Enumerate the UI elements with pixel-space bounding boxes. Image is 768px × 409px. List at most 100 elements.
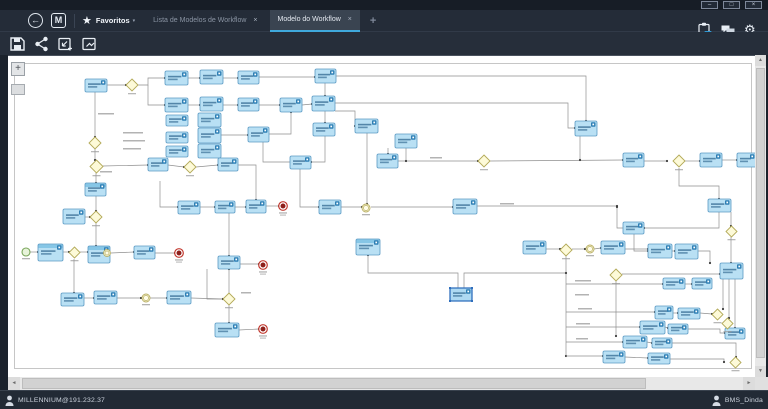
scroll-down-icon[interactable]: ▼ xyxy=(755,366,766,377)
horizontal-scroll-thumb[interactable] xyxy=(22,378,646,389)
gateway-node[interactable] xyxy=(478,155,490,167)
task-type-icon-dot xyxy=(620,244,622,246)
add-tab-button[interactable]: + xyxy=(370,15,376,27)
tab-modelo-do-workflow[interactable]: Modelo do Workflow × xyxy=(270,10,360,32)
task-label xyxy=(728,334,736,336)
favorites-label: Favoritos xyxy=(96,16,130,25)
zoom-slider-handle[interactable] xyxy=(11,84,25,95)
gateway-node[interactable] xyxy=(126,79,138,91)
task-label xyxy=(203,75,216,77)
gateway-node[interactable] xyxy=(90,211,102,223)
share-icon[interactable] xyxy=(33,36,50,52)
task-type-icon-dot xyxy=(412,137,414,139)
flow-edge[interactable] xyxy=(634,234,648,251)
scroll-left-icon[interactable]: ◄ xyxy=(8,377,20,390)
flow-edge[interactable] xyxy=(698,251,710,263)
task-label xyxy=(655,344,663,346)
import-model-icon[interactable] xyxy=(57,36,74,52)
task-label xyxy=(201,149,214,151)
minimize-button[interactable]: – xyxy=(701,1,718,9)
star-icon: ★ xyxy=(82,14,92,27)
task-label xyxy=(218,331,228,333)
flow-edge[interactable] xyxy=(617,207,623,228)
zoom-widget: + xyxy=(11,62,25,95)
status-bar: MILLENNIUM@191.232.37 BMS_Dinda xyxy=(0,390,768,409)
task-label xyxy=(626,340,640,342)
gateway-node[interactable] xyxy=(89,137,101,149)
gateway-node[interactable] xyxy=(673,155,685,167)
save-icon[interactable] xyxy=(9,36,26,52)
tab-close-icon[interactable]: × xyxy=(253,17,257,24)
vertical-scroll-thumb[interactable] xyxy=(756,68,765,358)
start-event-node[interactable] xyxy=(22,248,30,256)
flow-edge[interactable] xyxy=(670,359,724,362)
flow-edge[interactable] xyxy=(138,78,165,85)
flow-edge[interactable] xyxy=(160,181,178,207)
horizontal-scrollbar[interactable]: ◄ ► xyxy=(8,377,755,390)
flow-edge[interactable] xyxy=(168,165,184,167)
flow-edge[interactable] xyxy=(490,160,623,161)
export-image-icon[interactable] xyxy=(81,36,98,52)
flow-edge[interactable] xyxy=(196,165,218,167)
workflow-canvas[interactable]: + xyxy=(8,55,755,377)
flow-edge[interactable] xyxy=(700,313,712,314)
flow-edge[interactable] xyxy=(300,169,319,207)
flow-edge[interactable] xyxy=(672,343,736,357)
gateway-node[interactable] xyxy=(712,309,723,320)
tab-label: Modelo do Workflow xyxy=(278,16,341,23)
selection-handle[interactable] xyxy=(471,300,473,302)
scroll-right-icon[interactable]: ► xyxy=(743,377,755,390)
flow-edge[interactable] xyxy=(269,112,291,134)
task-label xyxy=(170,298,180,300)
boundary-event-node[interactable] xyxy=(104,250,111,257)
task-label xyxy=(703,161,712,163)
flow-edge[interactable] xyxy=(239,329,259,330)
flow-edge[interactable] xyxy=(679,168,719,199)
selection-handle[interactable] xyxy=(449,300,451,302)
tab-lista-de-modelos[interactable]: Lista de Modelos de Workflow × xyxy=(145,10,265,32)
flow-edge[interactable] xyxy=(148,85,165,105)
gateway-node[interactable] xyxy=(730,357,741,368)
flow-edge[interactable] xyxy=(625,357,648,358)
task-label xyxy=(169,152,178,154)
flow-edge[interactable] xyxy=(464,273,566,288)
close-button[interactable]: × xyxy=(745,1,762,9)
flow-edge[interactable] xyxy=(111,252,134,253)
task-label xyxy=(626,161,635,163)
flow-edge[interactable] xyxy=(688,329,725,333)
flow-edge[interactable] xyxy=(207,269,223,299)
task-type-icon-dot xyxy=(183,149,185,151)
zoom-in-button[interactable]: + xyxy=(11,62,25,76)
gateway-node[interactable] xyxy=(610,269,622,281)
flow-edge[interactable] xyxy=(238,165,256,200)
scroll-up-icon[interactable]: ▲ xyxy=(755,55,766,66)
favorites-menu[interactable]: ★ Favoritos ▾ xyxy=(82,14,135,27)
selection-handle[interactable] xyxy=(449,287,451,289)
maximize-button[interactable]: □ xyxy=(723,1,740,9)
gateway-node[interactable] xyxy=(560,244,572,256)
back-icon[interactable]: ← xyxy=(28,13,43,28)
task-label xyxy=(626,343,636,345)
flow-edge[interactable] xyxy=(368,255,458,288)
flow-edge[interactable] xyxy=(302,104,312,105)
gateway-node[interactable] xyxy=(69,247,80,258)
flow-edge[interactable] xyxy=(311,136,325,162)
tab-close-icon[interactable]: × xyxy=(348,16,352,23)
task-label xyxy=(643,325,658,327)
gateway-node[interactable] xyxy=(184,161,196,173)
gateway-node[interactable] xyxy=(726,226,737,237)
task-label xyxy=(203,102,216,104)
flow-edge[interactable] xyxy=(103,165,148,166)
vertical-scrollbar[interactable]: ▲ ▼ xyxy=(755,55,766,377)
node-caption xyxy=(728,239,736,240)
flow-edge[interactable] xyxy=(644,212,719,228)
flow-edge[interactable] xyxy=(335,111,355,126)
task-label xyxy=(626,229,635,231)
flow-edge[interactable] xyxy=(336,76,586,121)
app-logo[interactable]: M xyxy=(51,13,66,28)
task-label xyxy=(241,78,250,80)
gateway-node[interactable] xyxy=(223,293,235,305)
task-label xyxy=(201,121,211,123)
gateway-node[interactable] xyxy=(722,318,733,329)
selection-handle[interactable] xyxy=(471,287,473,289)
